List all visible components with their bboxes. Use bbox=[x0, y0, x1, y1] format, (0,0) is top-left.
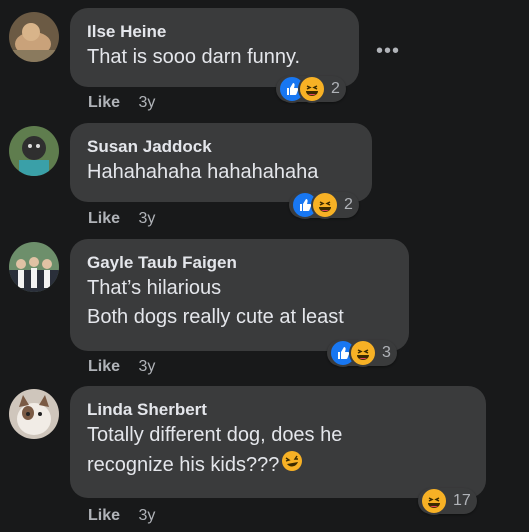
like-button[interactable]: Like bbox=[88, 507, 120, 524]
comment-text-line: recognize his kids??? bbox=[87, 450, 470, 481]
comment-author[interactable]: Gayle Taub Faigen bbox=[87, 252, 393, 274]
comment-bubble: Linda Sherbert Totally different dog, do… bbox=[70, 386, 486, 498]
comment-meta: Like 3y bbox=[88, 358, 155, 376]
comment-text-line: Totally different dog, does he bbox=[87, 424, 343, 446]
timestamp[interactable]: 3y bbox=[138, 507, 155, 524]
reactions-summary[interactable]: 17 bbox=[418, 487, 477, 515]
comment-text-line: That’s hilarious bbox=[87, 277, 222, 299]
avatar[interactable] bbox=[9, 389, 59, 439]
more-horizontal-icon[interactable]: ••• bbox=[376, 40, 400, 63]
comment-meta: Like 3y bbox=[88, 94, 155, 112]
reactions-summary[interactable]: 3 bbox=[327, 339, 397, 367]
comment-text: That is sooo darn funny. bbox=[87, 46, 301, 68]
haha-icon bbox=[298, 75, 326, 103]
like-button[interactable]: Like bbox=[88, 358, 120, 375]
comment-author[interactable]: Linda Sherbert bbox=[87, 399, 470, 421]
comment-text-line: Both dogs really cute at least bbox=[87, 306, 344, 328]
avatar[interactable] bbox=[9, 242, 59, 292]
timestamp[interactable]: 3y bbox=[138, 210, 155, 227]
haha-icon bbox=[349, 339, 377, 367]
comment-author[interactable]: Ilse Heine bbox=[87, 21, 343, 43]
avatar[interactable] bbox=[9, 12, 59, 62]
avatar[interactable] bbox=[9, 126, 59, 176]
comment-author[interactable]: Susan Jaddock bbox=[87, 136, 356, 158]
timestamp[interactable]: 3y bbox=[138, 358, 155, 375]
reactions-summary[interactable]: 2 bbox=[289, 191, 359, 219]
timestamp[interactable]: 3y bbox=[138, 94, 155, 111]
reaction-count: 3 bbox=[382, 344, 391, 361]
haha-icon bbox=[420, 487, 448, 515]
comment-text: Hahahahaha hahahahaha bbox=[87, 161, 319, 183]
comment-meta: Like 3y bbox=[88, 507, 155, 525]
reaction-count: 17 bbox=[453, 492, 471, 509]
haha-icon bbox=[311, 191, 339, 219]
rolling-laughing-emoji-icon bbox=[281, 450, 303, 481]
like-button[interactable]: Like bbox=[88, 94, 120, 111]
reaction-count: 2 bbox=[344, 196, 353, 213]
reaction-count: 2 bbox=[331, 80, 340, 97]
like-button[interactable]: Like bbox=[88, 210, 120, 227]
reactions-summary[interactable]: 2 bbox=[276, 75, 346, 103]
comment-text-fragment: recognize his kids??? bbox=[87, 454, 280, 476]
comment-bubble: Gayle Taub Faigen That’s hilarious Both … bbox=[70, 239, 409, 351]
comment-meta: Like 3y bbox=[88, 210, 155, 228]
